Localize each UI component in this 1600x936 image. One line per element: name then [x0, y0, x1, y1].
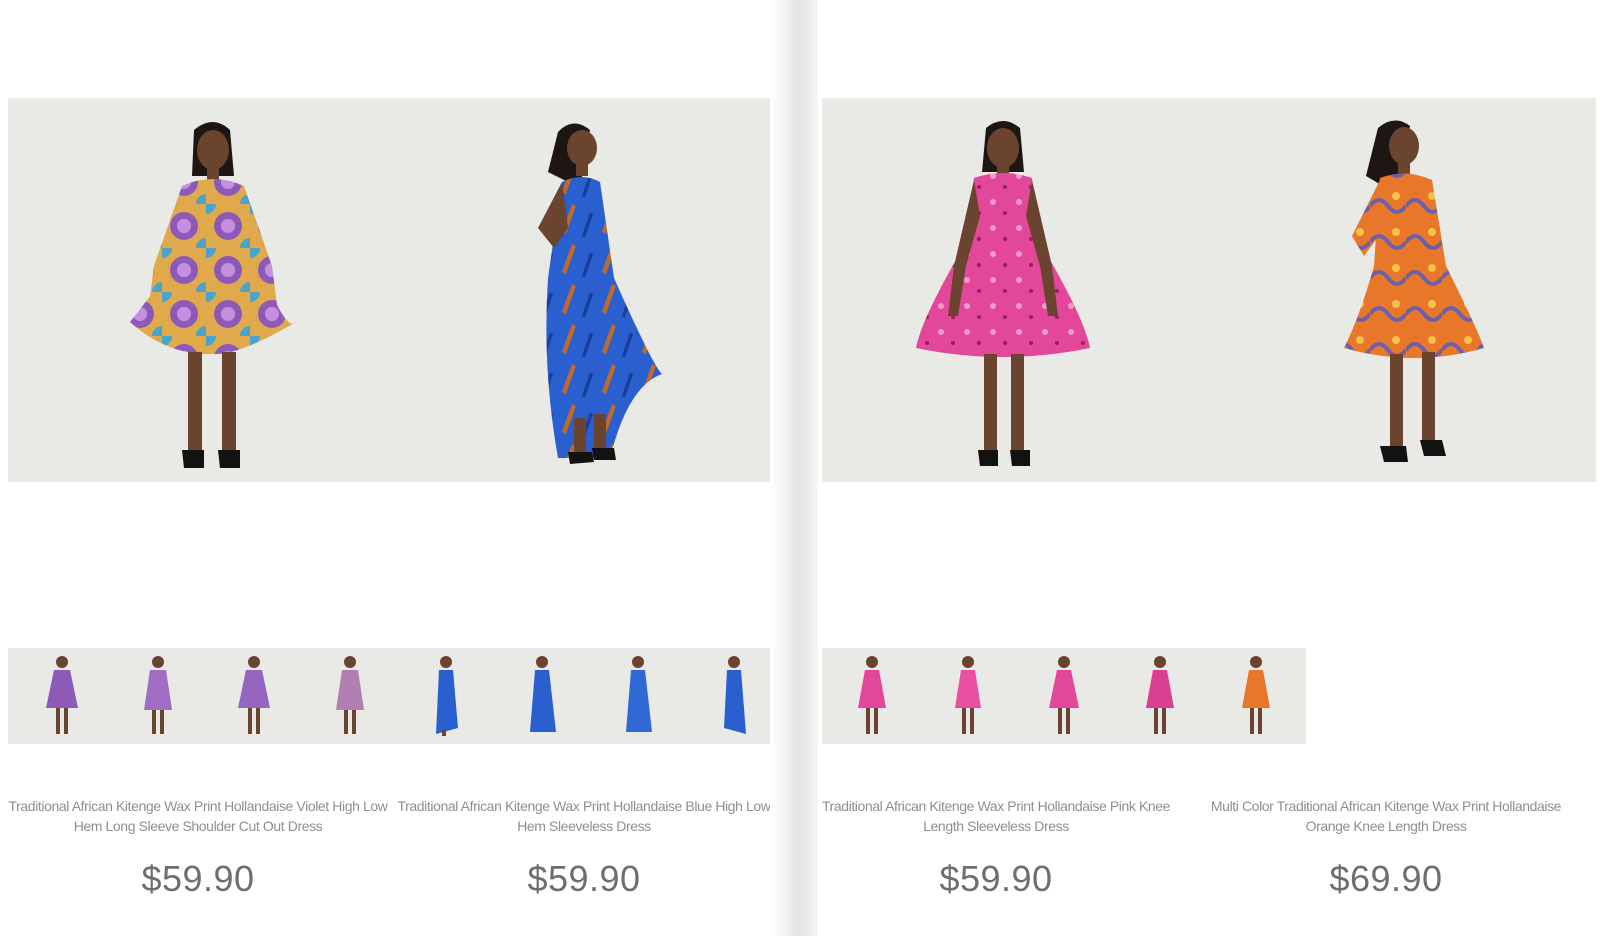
product-price-violet-dress: $59.90	[141, 858, 255, 899]
product-title-orange-dress[interactable]: Multi Color Traditional African Kitenge …	[1196, 796, 1576, 836]
thumbnail-blue-dress-3[interactable]	[618, 652, 658, 740]
product-hero-banner	[822, 98, 1596, 482]
catalog-page-right: Traditional African Kitenge Wax Print Ho…	[818, 0, 1600, 936]
thumbnail-pink-dress-2[interactable]	[948, 652, 988, 740]
thumbnail-strip	[822, 648, 1306, 744]
product-title-pink-dress[interactable]: Traditional African Kitenge Wax Print Ho…	[806, 796, 1186, 836]
thumbnail-pink-dress-1[interactable]	[852, 652, 892, 740]
product-image-orange-dress[interactable]	[1334, 116, 1494, 476]
thumbnail-violet-dress-1[interactable]	[42, 652, 82, 740]
thumbnail-violet-dress-2[interactable]	[138, 652, 178, 740]
product-price-blue-dress: $59.90	[527, 858, 641, 899]
thumbnail-strip	[8, 648, 782, 744]
product-image-pink-dress[interactable]	[908, 116, 1098, 476]
thumbnail-orange-dress-1[interactable]	[1236, 652, 1276, 740]
product-price-pink-dress: $59.90	[939, 858, 1053, 899]
thumbnail-pink-dress-4[interactable]	[1140, 652, 1180, 740]
thumbnail-blue-dress-1[interactable]	[426, 652, 466, 740]
product-price-orange-dress: $69.90	[1329, 858, 1443, 899]
product-title-blue-dress[interactable]: Traditional African Kitenge Wax Print Ho…	[394, 796, 774, 836]
thumbnail-violet-dress-4[interactable]	[330, 652, 370, 740]
product-hero-banner	[8, 98, 782, 482]
thumbnail-pink-dress-3[interactable]	[1044, 652, 1084, 740]
thumbnail-blue-dress-2[interactable]	[522, 652, 562, 740]
product-image-blue-dress[interactable]	[518, 118, 668, 468]
thumbnail-blue-dress-4[interactable]	[714, 652, 754, 740]
catalog-page-left: Traditional African Kitenge Wax Print Ho…	[0, 0, 782, 936]
product-image-violet-dress[interactable]	[118, 116, 308, 476]
product-title-violet-dress[interactable]: Traditional African Kitenge Wax Print Ho…	[8, 796, 388, 836]
thumbnail-violet-dress-3[interactable]	[234, 652, 274, 740]
